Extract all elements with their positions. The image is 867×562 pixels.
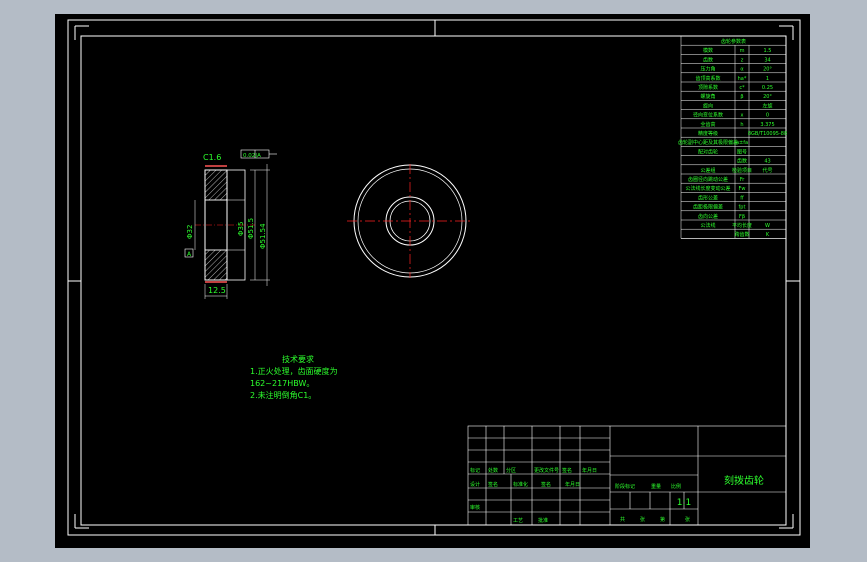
tb-stage-1: 重量 (651, 483, 661, 490)
corner-marks (67, 19, 801, 536)
param-symbol-20: 跨齿数 (734, 231, 749, 238)
drawing-canvas: 齿轮参数表模数 m 1.5 齿数 z 34 压力角 α 20° 齿顶高系数 ha* 1 顶隙系数 c* 0.… (67, 19, 801, 536)
param-symbol-2: α (740, 67, 744, 73)
drawing-name: 刻拨齿轮 (724, 474, 764, 487)
tb-row1-2: 分区 (506, 467, 516, 474)
param-value-9: 8GB/T10095-88 (748, 131, 787, 137)
param-symbol-0: m (740, 48, 745, 54)
param-symbol-8: h (740, 122, 743, 128)
scale-value: 1:1 (677, 498, 691, 508)
param-name-0: 模数 (703, 47, 713, 54)
param-symbol-12: 齿数 (737, 158, 747, 165)
drawing-viewport[interactable]: 齿轮参数表模数 m 1.5 齿数 z 34 压力角 α 20° 齿顶高系数 ha* 1 顶隙系数 c* 0.… (55, 14, 810, 548)
param-value-4: 0.25 (762, 85, 773, 91)
param-value-8: 3.375 (760, 122, 774, 128)
param-name-5: 螺旋角 (700, 93, 715, 100)
param-value-7: 0 (766, 113, 769, 119)
tb-stage-0: 阶段标记 (615, 483, 635, 490)
param-value-12: 43 (764, 159, 770, 165)
tb-row1-3: 更改文件号 (534, 467, 559, 474)
param-value-20: K (766, 232, 770, 238)
param-name-8: 全齿高 (700, 121, 715, 128)
param-name-18: 齿向公差 (698, 213, 718, 220)
tb-bottom-1: 张 (640, 516, 645, 523)
param-name-4: 顶隙系数 (698, 84, 718, 91)
param-symbol-17: fpt (739, 205, 746, 211)
param-symbol-19: 平均长度 (732, 222, 752, 229)
tb-row1-1: 处数 (488, 467, 498, 474)
tb-bottom-0: 共 (620, 516, 625, 523)
width-dimension: 12.5 (208, 286, 226, 295)
param-name-6: 旋向 (703, 102, 713, 109)
tech-line-1: 1.正火处理，齿面硬度为 (250, 367, 338, 376)
tb-row3-2: 批准 (538, 517, 548, 524)
chamfer-label: C1.6 (203, 153, 221, 162)
param-name-19: 公法线 (700, 222, 715, 229)
tb-row1-0: 标记 (470, 467, 480, 474)
tech-line-3: 2.未注明倒角C1。 (250, 391, 317, 400)
param-name-13: 公差组 (700, 167, 715, 174)
param-name-15: 公法线长度变动公差 (685, 185, 730, 192)
technical-requirements: 技术要求 1.正火处理，齿面硬度为 162~217HBW。 2.未注明倒角C1。 (250, 354, 338, 402)
param-symbol-7: x (741, 113, 744, 119)
tb-row2-0: 设计 (470, 481, 480, 488)
bore-dimension: Φ32 (186, 225, 194, 239)
param-value-3: 1 (766, 76, 769, 82)
param-value-0: 1.5 (764, 48, 772, 54)
param-name-17: 齿距极限偏差 (693, 204, 723, 211)
param-name-2: 压力角 (700, 66, 715, 73)
param-symbol-4: c* (739, 85, 745, 91)
param-symbol-3: ha* (738, 76, 747, 82)
tb-row1-5: 年月日 (582, 467, 597, 474)
tolerance-box: 0.02|A (243, 153, 261, 159)
tb-row3-1: 工艺 (513, 518, 523, 524)
tech-title: 技术要求 (282, 355, 314, 364)
tech-line-2: 162~217HBW。 (250, 379, 315, 388)
param-symbol-1: z (741, 57, 744, 63)
tb-row1-4: 签名 (562, 467, 572, 474)
tb-row2-2: 标准化 (513, 481, 528, 488)
pitch-dimension: Φ51.5 (247, 218, 255, 239)
hub-dimension: Φ35 (237, 222, 245, 236)
param-name-7: 径向变位系数 (693, 112, 723, 119)
param-symbol-14: Fr (740, 177, 746, 183)
tb-row3-0: 审核 (470, 504, 480, 511)
param-symbol-16: ff (740, 195, 744, 201)
inner-frame (80, 35, 787, 526)
param-symbol-18: Fβ (739, 214, 745, 220)
param-value-6: 左旋 (762, 102, 772, 109)
param-name-9: 精度等级 (698, 130, 718, 137)
tb-row2-1: 签名 (488, 481, 498, 488)
outer-dimension: Φ51.54 (259, 223, 267, 249)
param-symbol-10: a±fa (736, 140, 748, 146)
param-name-10: 齿轮副中心距及其极限偏差 (678, 139, 738, 146)
param-value-13: 代号 (762, 167, 772, 174)
tb-bottom-2: 第 (660, 516, 665, 523)
param-name-16: 齿形公差 (698, 194, 718, 201)
param-symbol-5: β (740, 94, 743, 100)
tb-stage-2: 比例 (671, 483, 681, 490)
tb-bottom-3: 张 (685, 516, 690, 523)
param-value-1: 34 (764, 57, 770, 63)
gear-parameter-table: 齿轮参数表模数 m 1.5 齿数 z 34 压力角 α 20° 齿顶高系数 ha* 1 顶隙系数 c* 0.… (678, 35, 787, 239)
param-symbol-11: 图号 (737, 149, 747, 155)
param-table-header: 齿轮参数表 (721, 38, 746, 45)
tb-row2-3: 签名 (541, 481, 551, 488)
gear-front-view (347, 164, 473, 278)
param-value-5: 20° (763, 94, 772, 100)
param-symbol-13: 检验项目 (732, 167, 752, 174)
tb-row2-4: 年月日 (565, 481, 580, 488)
param-value-19: W (765, 223, 770, 229)
param-symbol-15: Fw (739, 186, 746, 192)
param-name-3: 齿顶高系数 (695, 75, 720, 82)
param-name-11: 配对齿轮 (698, 148, 718, 155)
param-value-2: 20° (763, 67, 772, 73)
param-name-1: 齿数 (703, 56, 713, 63)
param-name-14: 齿圈径向跳动公差 (688, 176, 728, 183)
outer-frame (67, 19, 801, 536)
